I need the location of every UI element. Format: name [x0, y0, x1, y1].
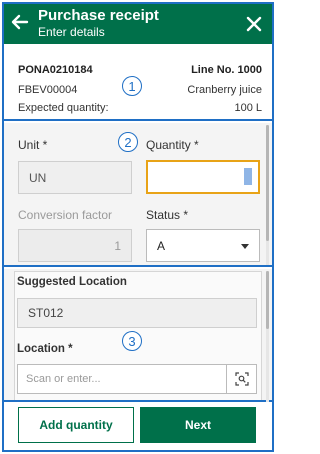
conversion-factor-label: Conversion factor — [18, 208, 113, 222]
location-input-wrapper — [17, 364, 257, 394]
page-subtitle: Enter details — [38, 25, 105, 39]
callout-badge-2: 2 — [118, 132, 138, 152]
item-name: Cranberry juice — [187, 84, 262, 96]
suggested-location-field: ST012 — [17, 298, 257, 328]
expected-quantity-label: Expected quantity: — [18, 102, 109, 114]
status-label: Status * — [146, 208, 189, 222]
order-number: PONA0210184 — [18, 64, 93, 76]
quantity-label: Quantity * — [146, 138, 199, 152]
action-footer: Add quantity Next — [4, 402, 272, 450]
scrollbar-track[interactable] — [266, 125, 269, 265]
back-button[interactable] — [8, 8, 32, 36]
order-details-section: PONA0210184 Line No. 1000 FBEV00004 Cran… — [4, 44, 272, 121]
line-number: Line No. 1000 — [191, 64, 262, 76]
unit-field: UN — [18, 161, 132, 194]
caret-down-icon — [241, 244, 249, 249]
expected-quantity-value: 100 L — [234, 102, 262, 114]
callout-badge-3: 3 — [122, 331, 142, 351]
quantity-cursor — [244, 168, 252, 185]
scrollbar-thumb[interactable] — [266, 125, 269, 241]
page-title: Purchase receipt — [38, 7, 159, 24]
location-section: Suggested Location ST012 Location * 3 — [4, 269, 272, 402]
scan-search-icon — [234, 372, 249, 386]
status-select[interactable]: A — [146, 229, 260, 262]
arrow-left-icon — [11, 14, 29, 30]
app-frame: Purchase receipt Enter details PONA02101… — [2, 2, 274, 452]
location-scrollbar-thumb[interactable] — [266, 271, 269, 329]
quantity-entry-section: Unit * UN Quantity * Conversion factor 1… — [4, 123, 272, 267]
app-header: Purchase receipt Enter details — [4, 4, 272, 44]
next-button[interactable]: Next — [140, 407, 256, 443]
unit-label: Unit * — [18, 138, 48, 152]
add-quantity-button[interactable]: Add quantity — [18, 407, 134, 443]
scan-button[interactable] — [226, 365, 256, 393]
location-input[interactable] — [18, 365, 218, 393]
close-button[interactable] — [242, 11, 266, 37]
item-code: FBEV00004 — [18, 84, 78, 96]
quantity-input[interactable] — [146, 160, 260, 194]
conversion-factor-field: 1 — [18, 229, 132, 262]
callout-badge-1: 1 — [122, 76, 142, 96]
close-icon — [246, 16, 262, 32]
location-scrollbar-track[interactable] — [266, 271, 269, 402]
status-value: A — [157, 238, 166, 253]
suggested-location-label: Suggested Location — [17, 276, 127, 288]
location-label: Location * — [17, 343, 73, 355]
